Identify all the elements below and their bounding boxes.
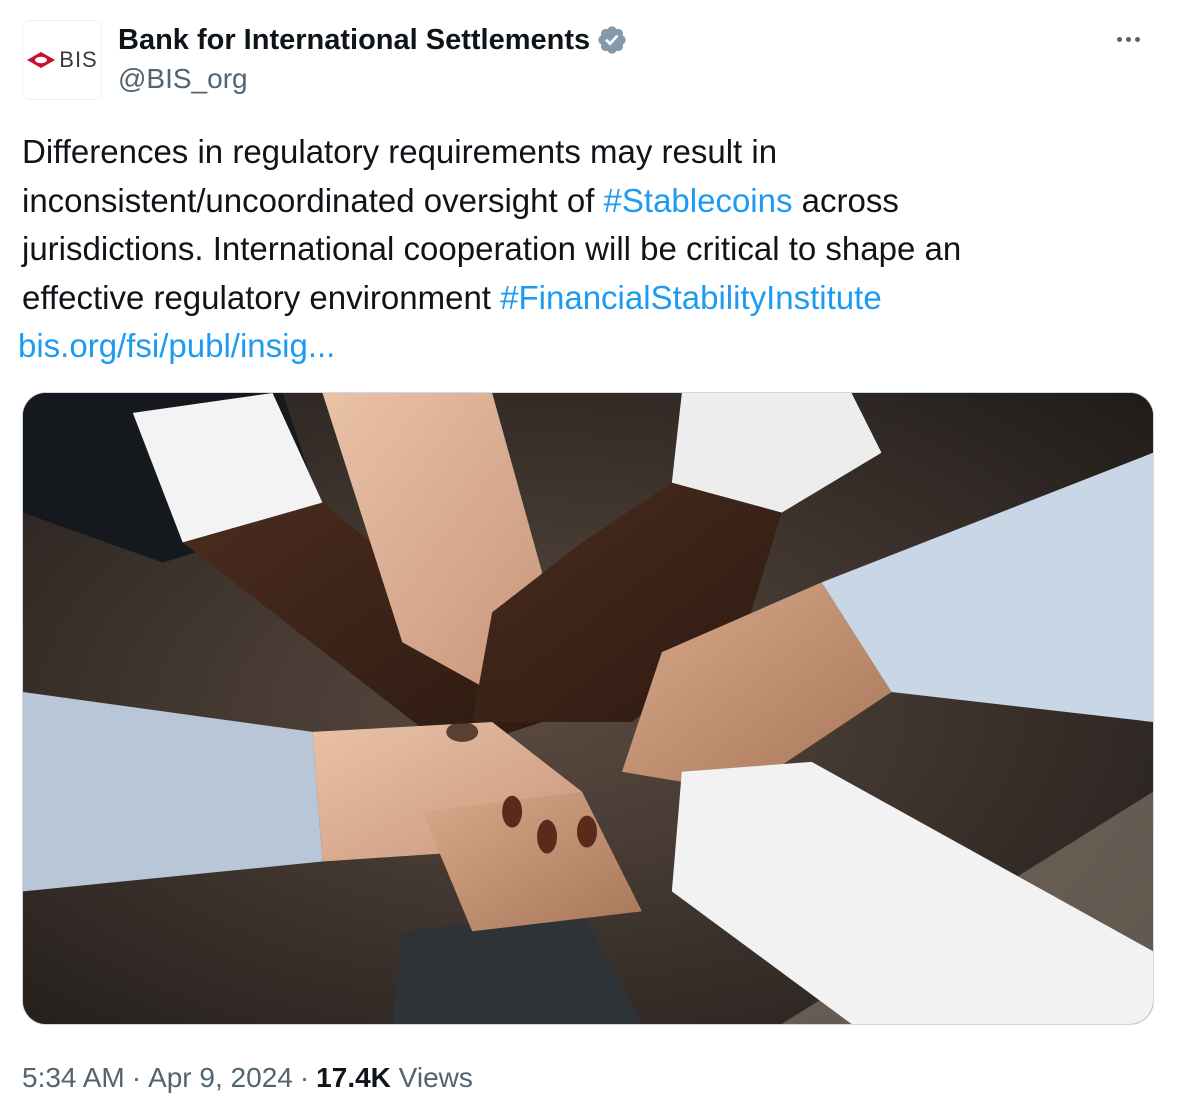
handle[interactable]: @BIS_org <box>118 60 248 98</box>
tweet-time[interactable]: 5:34 AM <box>22 1062 125 1093</box>
bis-logo-icon <box>27 52 56 68</box>
tweet-line: bis.org/fsi/publ/insig... <box>18 322 1142 371</box>
meta-separator: · <box>299 1062 310 1093</box>
views-label: Views <box>398 1062 473 1093</box>
tweet-meta: 5:34 AM · Apr 9, 2024 · 17.4K Views <box>22 1058 473 1098</box>
tweet-date[interactable]: Apr 9, 2024 <box>148 1062 293 1093</box>
tweet-line: effective regulatory environment #Financ… <box>22 274 1142 323</box>
verified-badge-icon[interactable] <box>596 24 628 56</box>
display-name[interactable]: Bank for International Settlements <box>118 24 590 57</box>
hashtag-stablecoins-link[interactable]: #Stablecoins <box>604 182 793 219</box>
tweet-text-segment: jurisdictions. International cooperation… <box>22 230 962 267</box>
more-options-button[interactable] <box>1108 24 1148 54</box>
article-url-link[interactable]: bis.org/fsi/publ/insig... <box>18 327 335 364</box>
author-name-row: Bank for International Settlements <box>118 20 628 60</box>
tweet-line: jurisdictions. International cooperation… <box>22 225 1142 274</box>
tweet-text-segment: effective regulatory environment <box>22 278 501 316</box>
hashtag-financial-stability-institute-link[interactable]: #FinancialStabilityInstitute <box>500 279 882 316</box>
more-dot <box>1134 36 1140 42</box>
tweet-line: Differences in regulatory requirements m… <box>22 128 1142 177</box>
meta-separator: · <box>131 1062 142 1093</box>
tweet-line: inconsistent/uncoordinated oversight of … <box>22 177 1142 226</box>
tweet-text-segment: inconsistent/uncoordinated oversight of <box>22 181 604 219</box>
more-dots-icon <box>1116 36 1122 42</box>
avatar[interactable]: BIS <box>22 20 102 100</box>
tweet-photo[interactable] <box>22 392 1154 1025</box>
more-dot <box>1125 36 1131 42</box>
tweet-text-segment: across <box>792 181 899 219</box>
avatar-logo-text: BIS <box>59 47 98 72</box>
stacked-hands-photo <box>23 393 1153 1024</box>
tweet-text: Differences in regulatory requirements m… <box>18 128 1142 371</box>
tweet: BIS Bank for International Settlements @… <box>0 0 1178 1117</box>
tweet-text-segment: Differences in regulatory requirements m… <box>22 133 778 170</box>
views-count: 17.4K <box>316 1062 391 1093</box>
